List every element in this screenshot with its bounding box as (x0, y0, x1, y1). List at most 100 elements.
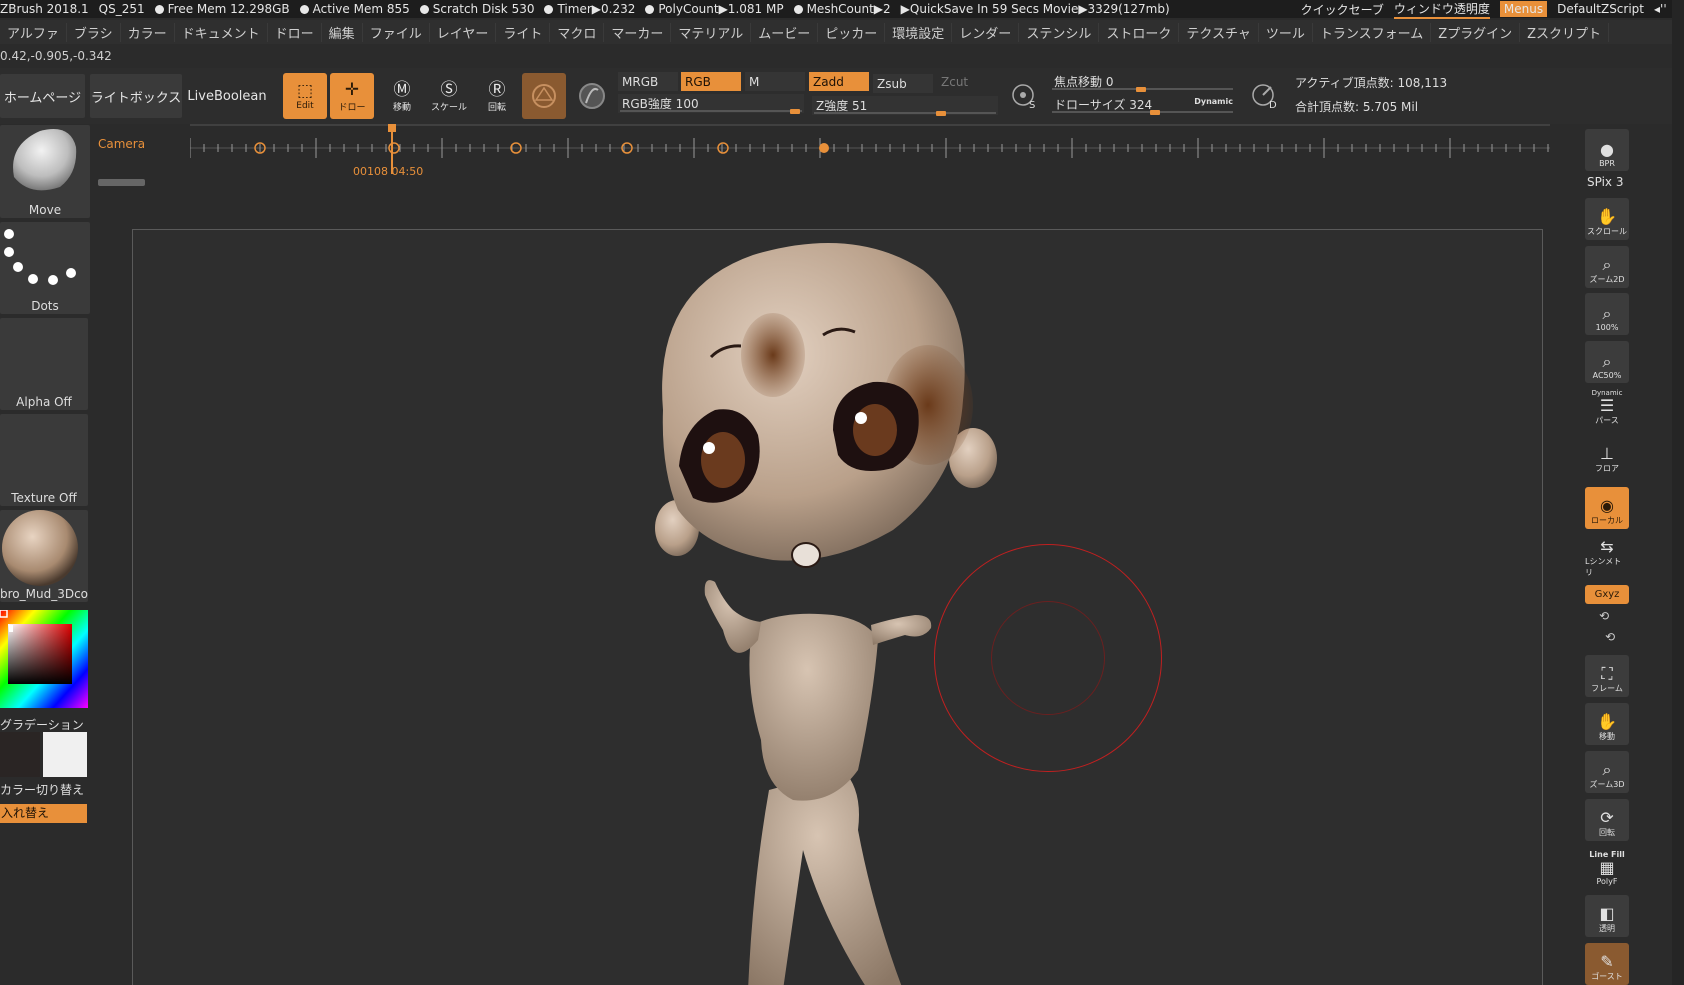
slider-knob[interactable] (936, 111, 946, 116)
active-mem: Active Mem 855 (312, 2, 410, 16)
edit-mode-button[interactable]: ⬚ Edit (283, 73, 327, 119)
quicksave-button[interactable]: クイックセーブ (1301, 1, 1384, 18)
material-selector[interactable]: bro_Mud_3Dco (0, 510, 88, 602)
rotate-icon: ⟳ (1600, 808, 1614, 827)
menu-item[interactable]: レンダー (952, 22, 1020, 42)
menu-item[interactable]: ブラシ (67, 22, 121, 42)
floor-button[interactable]: ⊥ フロア (1585, 435, 1629, 477)
menu-item[interactable]: マクロ (550, 22, 605, 42)
rotate-z-icon[interactable]: ⟲ (1605, 630, 1615, 644)
color-picker[interactable] (0, 610, 90, 710)
menu-item[interactable]: 環境設定 (885, 22, 953, 42)
color-sphere-button[interactable] (570, 73, 614, 119)
texture-selector[interactable]: Texture Off (0, 414, 88, 506)
zsub-toggle[interactable]: Zsub (873, 74, 933, 93)
menu-item[interactable]: ドロー (268, 22, 322, 42)
menu-item[interactable]: ファイル (363, 22, 430, 42)
xyz-button[interactable]: Gxyz (1585, 585, 1629, 604)
color-switch-label[interactable]: カラー切り替え (0, 781, 84, 798)
lightbox-button[interactable]: ライトボックス (90, 74, 182, 118)
menu-item[interactable]: ツール (1259, 22, 1313, 42)
texture-name: Texture Off (11, 491, 77, 505)
draw-size-icon-button[interactable]: D (1242, 73, 1286, 119)
home-page-button[interactable]: ホームページ (0, 74, 85, 118)
menu-item[interactable]: ピッカー (818, 22, 886, 42)
lsym-button[interactable]: ⇆ Lシンメトリ (1585, 538, 1629, 581)
zadd-toggle[interactable]: Zadd (809, 72, 869, 91)
draw-mode-button[interactable]: ✛ ドロー (330, 73, 374, 119)
aahalf-button[interactable]: ⌕ AC50% (1585, 341, 1629, 383)
menu-item[interactable]: ストローク (1099, 22, 1180, 42)
alpha-name: Alpha Off (16, 395, 72, 409)
material-sphere-button[interactable] (522, 73, 566, 119)
brush-selector[interactable]: Move (0, 125, 90, 218)
menu-item[interactable]: ドキュメント (175, 22, 268, 42)
ghost-button[interactable]: ✎ ゴースト (1585, 943, 1629, 985)
zoom2d-button[interactable]: ⌕ ズーム2D (1585, 246, 1629, 288)
linefill-button[interactable]: Line Fill ▦ PolyF (1585, 847, 1629, 889)
bpr-button[interactable]: ● BPR (1585, 129, 1629, 171)
status-dot-icon (544, 5, 554, 14)
stroke-selector[interactable]: Dots (0, 222, 90, 314)
actual-size-button[interactable]: ⌕ 100% (1585, 293, 1629, 335)
scroll-button[interactable]: ✋ スクロール (1585, 198, 1629, 240)
menu-item[interactable]: アルファ (0, 22, 67, 42)
zoom3d-button[interactable]: ⌕ ズーム3D (1585, 751, 1629, 793)
default-zscript-button[interactable]: DefaultZScript (1557, 2, 1644, 16)
menu-item[interactable]: ムービー (751, 22, 819, 42)
menu-item[interactable]: ライト (496, 22, 551, 42)
swap-colors-button[interactable]: 入れ替え (0, 804, 87, 823)
gradient-label[interactable]: グラデーション (0, 716, 84, 733)
timeline-scroll-handle[interactable] (98, 179, 145, 186)
color-sphere-icon (579, 83, 605, 109)
draw-size-slider[interactable]: ドローサイズ 324 Dynamic (1050, 95, 1235, 115)
transparency-button[interactable]: ◧ 透明 (1585, 895, 1629, 937)
perspective-button[interactable]: Dynamic ☰ パース (1585, 387, 1629, 429)
scale-mode-button[interactable]: Ⓢ スケール (427, 73, 471, 119)
menu-item[interactable]: トランスフォーム (1313, 22, 1432, 42)
menu-item[interactable]: テクスチャ (1179, 22, 1259, 42)
ghost-icon: ✎ (1600, 952, 1614, 971)
sculpt-model (655, 243, 997, 985)
menu-item[interactable]: カラー (121, 22, 175, 42)
dynamic-toggle[interactable]: Dynamic (1194, 97, 1233, 106)
menu-item[interactable]: 編集 (322, 22, 363, 42)
menu-item[interactable]: ステンシル (1019, 22, 1100, 42)
rgb-intensity-slider[interactable]: RGB強度 100 (618, 94, 804, 114)
z-intensity-slider[interactable]: Z強度 51 (812, 96, 998, 116)
document-canvas[interactable] (132, 229, 1543, 985)
rotate-mode-button[interactable]: Ⓡ 回転 (475, 73, 519, 119)
material-sphere-icon (2, 510, 78, 586)
main-color-swatch[interactable] (0, 732, 40, 777)
move-view-button[interactable]: ✋ 移動 (1585, 703, 1629, 745)
zcut-toggle[interactable]: Zcut (937, 72, 997, 91)
slider-knob[interactable] (1136, 87, 1146, 92)
window-transparency-slider[interactable]: ウィンドウ透明度 (1393, 0, 1490, 19)
focal-shift-slider[interactable]: 焦点移動 0 (1050, 72, 1235, 92)
menu-item[interactable]: Zスクリプト (1520, 22, 1610, 42)
hand-icon: ✋ (1597, 712, 1617, 731)
spix-slider[interactable]: SPix 3 (1587, 175, 1623, 189)
slider-knob[interactable] (790, 109, 800, 114)
slider-knob[interactable] (1150, 110, 1160, 115)
local-symmetry-button[interactable]: ◉ ローカル (1585, 487, 1629, 529)
secondary-color-swatch[interactable] (43, 732, 87, 777)
menu-item[interactable]: マーカー (604, 22, 672, 42)
menu-item[interactable]: Zプラグイン (1431, 22, 1521, 42)
alpha-selector[interactable]: Alpha Off (0, 318, 88, 410)
menu-item[interactable]: マテリアル (671, 22, 752, 42)
rgb-toggle[interactable]: RGB (681, 72, 741, 91)
liveboolean-button[interactable]: LiveBoolean (184, 74, 270, 118)
menus-button[interactable]: Menus (1499, 1, 1548, 17)
frame-icon: ⛶ (1601, 664, 1613, 683)
frame-button[interactable]: ⛶ フレーム (1585, 655, 1629, 697)
rotate-view-button[interactable]: ⟳ 回転 (1585, 799, 1629, 841)
mrgb-toggle[interactable]: MRGB (618, 72, 678, 91)
rotate-y-icon[interactable]: ⟲ (1599, 609, 1609, 623)
hand-icon: ✋ (1597, 207, 1617, 226)
m-toggle[interactable]: M (745, 72, 805, 91)
menu-item[interactable]: レイヤー (430, 22, 497, 42)
move-mode-button[interactable]: Ⓜ 移動 (380, 73, 424, 119)
focal-shift-icon-button[interactable]: S (1002, 73, 1046, 119)
status-dot-icon (154, 5, 164, 14)
